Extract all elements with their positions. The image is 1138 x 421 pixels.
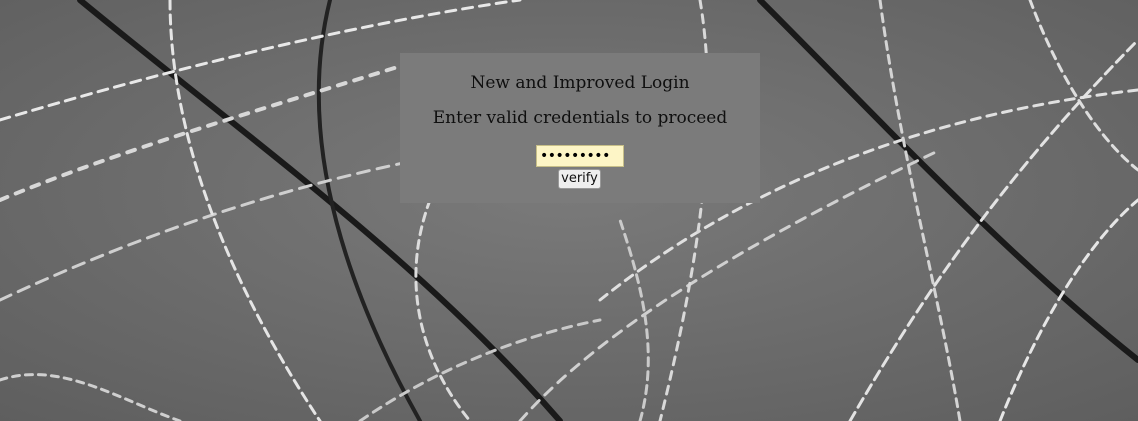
page-title: New and Improved Login	[470, 73, 690, 93]
verify-button[interactable]: verify	[558, 169, 601, 189]
login-panel: New and Improved Login Enter valid crede…	[400, 53, 760, 203]
instruction-text: Enter valid credentials to proceed	[432, 108, 728, 128]
password-input[interactable]	[536, 145, 624, 167]
